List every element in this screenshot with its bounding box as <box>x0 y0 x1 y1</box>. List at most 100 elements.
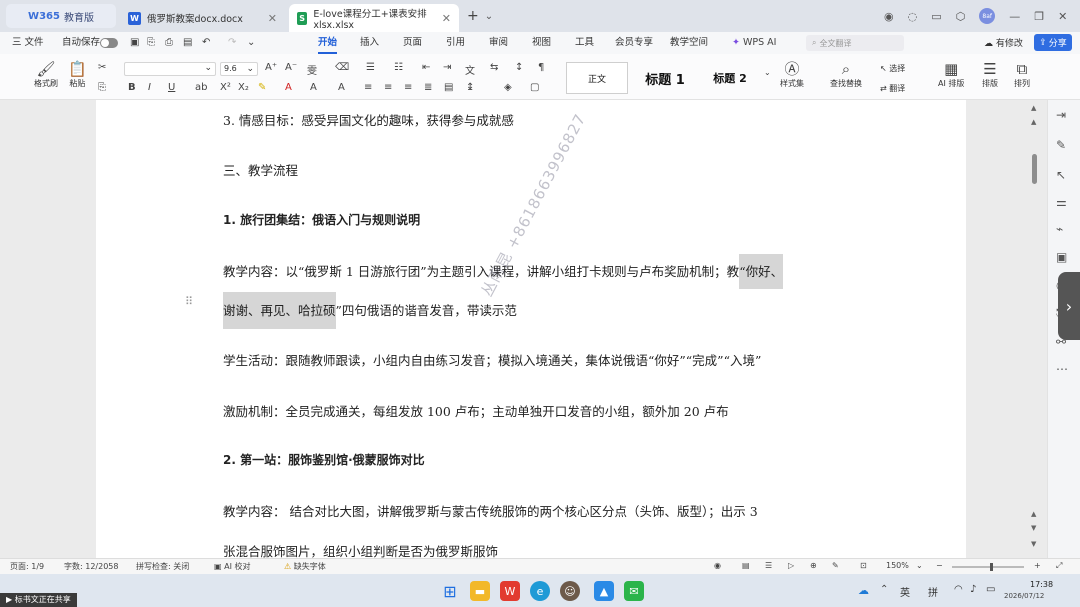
numbered-list-icon[interactable]: ☷ <box>394 62 403 73</box>
page-view-icon[interactable]: ▤ <box>742 561 750 570</box>
tablet-icon[interactable]: ▭ <box>931 10 941 23</box>
heading-teaching-process[interactable]: 三、教学流程 <box>223 160 298 179</box>
find-replace-button[interactable]: ⌕ 查找替换 <box>830 60 862 89</box>
shading-icon[interactable]: ◈ <box>504 82 512 93</box>
phonetic-icon[interactable]: 雯 <box>307 62 317 77</box>
style-heading-1[interactable]: 标题 1 <box>634 62 696 94</box>
minimize-button[interactable]: — <box>1009 10 1020 23</box>
heading-section-1[interactable]: 1. 旅行团集结：俄语入门与规则说明 <box>223 211 420 228</box>
underline-icon[interactable]: U <box>168 82 175 93</box>
new-tab-button[interactable]: + <box>467 8 479 24</box>
wifi-icon[interactable]: ◠ <box>954 584 963 595</box>
undo-icon[interactable]: ↶ <box>202 37 210 48</box>
zoom-level[interactable]: 150% <box>886 561 909 570</box>
search-box[interactable]: ⌕ 全文翻译 <box>806 35 904 51</box>
borders-icon[interactable]: ▢ <box>530 82 539 93</box>
start-icon[interactable]: ⊞ <box>440 581 460 601</box>
paragraph-emotion-goal[interactable]: 3. 情感目标：感受异国文化的趣味，获得参与成就感 <box>223 110 514 129</box>
clock-time[interactable]: 17:38 <box>1030 580 1053 589</box>
scrollbar-thumb[interactable] <box>1032 154 1037 184</box>
pen-view-icon[interactable]: ✎ <box>832 561 839 570</box>
more-icon[interactable]: ⋯ <box>1056 362 1068 376</box>
font-size-select[interactable]: 9.6 ⌄ <box>220 62 258 76</box>
print-preview-icon[interactable]: ▤ <box>183 37 192 48</box>
char-shading-icon[interactable]: A <box>310 82 317 93</box>
ime-mode[interactable]: 拼 <box>928 584 938 599</box>
tab-list-dropdown[interactable]: ⌄ <box>485 11 493 22</box>
clock-date[interactable]: 2026/07/12 <box>1004 592 1044 600</box>
web-view-icon[interactable]: ⊕ <box>810 561 817 570</box>
zoom-dropdown-icon[interactable]: ⌄ <box>916 561 923 570</box>
word-count[interactable]: 字数: 12/2058 <box>64 561 118 572</box>
paragraph-content-1-cont[interactable]: 谢谢、再见、哈拉硕”四句俄语的谐音发音，带读示范 <box>223 292 517 329</box>
tray-expand-icon[interactable]: ⌃ <box>880 584 888 595</box>
side-expand-handle[interactable]: › <box>1058 272 1080 340</box>
print-icon[interactable]: ⎙ <box>165 37 173 48</box>
scroll-next-icon[interactable]: ▼ <box>1031 524 1036 532</box>
app-avatar-icon[interactable]: ☺ <box>560 581 580 601</box>
copy-icon[interactable]: ⎘ <box>98 82 106 93</box>
zoom-in-icon[interactable]: + <box>1034 561 1041 570</box>
decrease-indent-icon[interactable]: ⇤ <box>422 62 430 73</box>
ai-layout-button[interactable]: ▦ AI 排版 <box>938 60 964 89</box>
justify-icon[interactable]: ≣ <box>424 82 432 93</box>
file-menu[interactable]: 三 文件 <box>12 32 44 54</box>
increase-indent-icon[interactable]: ⇥ <box>443 62 451 73</box>
file-explorer-icon[interactable]: ▬ <box>470 581 490 601</box>
wechat-icon[interactable]: ✉ <box>624 581 644 601</box>
menu-home[interactable]: 开始 <box>318 32 338 54</box>
styles-scroll-icon[interactable]: ⌄ <box>764 68 771 77</box>
pointer-icon[interactable]: ↖ <box>1056 168 1066 182</box>
fit-page-icon[interactable]: ⊡ <box>860 561 867 570</box>
bullet-list-icon[interactable]: ☰ <box>366 62 375 73</box>
chinese-layout-icon[interactable]: 文 <box>465 62 475 77</box>
share-button[interactable]: ⇪ 分享 <box>1034 34 1072 51</box>
autosave-toggle[interactable] <box>100 38 118 48</box>
select-button[interactable]: ↖ 选择 <box>880 63 905 74</box>
style-set-button[interactable]: Ⓐ 样式集 <box>780 60 804 89</box>
menu-view[interactable]: 视图 <box>532 32 551 54</box>
superscript-icon[interactable]: X² <box>220 82 231 93</box>
format-painter-button[interactable]: 🖌 格式刷 <box>34 60 58 89</box>
style-heading-2[interactable]: 标题 2 <box>702 62 758 94</box>
font-color-icon[interactable]: A <box>285 82 292 93</box>
wps-home-tab[interactable]: W365 教育版 <box>6 4 116 28</box>
bold-icon[interactable]: B <box>128 82 136 93</box>
scroll-top-icon[interactable]: ▲ <box>1031 118 1036 126</box>
sort-icon[interactable]: ↕ <box>515 62 523 73</box>
paragraph-student-activity[interactable]: 学生活动：跟随教师跟读，小组内自由练习发音；模拟入境通关，集体说俄语“你好”“完… <box>223 350 761 369</box>
menu-teaching-space[interactable]: 教学空间 <box>670 32 708 54</box>
adjust-icon[interactable]: ⚌ <box>1056 195 1067 209</box>
ai-check-button[interactable]: ▣ AI 校对 <box>214 561 250 572</box>
tab-doc[interactable]: W 俄罗斯教案docx.docx ✕ <box>120 4 285 32</box>
italic-icon[interactable]: I <box>148 82 151 93</box>
comment-icon[interactable]: ◌ <box>908 10 918 23</box>
arrange-button[interactable]: ⧉ 排列 <box>1014 60 1030 89</box>
close-window-button[interactable]: ✕ <box>1058 10 1067 23</box>
edge-icon[interactable]: e <box>530 581 550 601</box>
show-marks-icon[interactable]: ¶ <box>538 62 544 73</box>
drag-handle-icon[interactable]: ⠿ <box>185 295 193 308</box>
speaker-icon[interactable]: ♪ <box>970 584 976 595</box>
avatar[interactable]: 8af <box>979 8 996 24</box>
redo-icon[interactable]: ↷ <box>228 37 236 48</box>
menu-review[interactable]: 审阅 <box>489 32 508 54</box>
paragraph-content-2-cont[interactable]: 张混合服饰图片，组织小组判断是否为俄罗斯服饰 <box>223 541 498 558</box>
zoom-slider[interactable] <box>952 563 1024 571</box>
clear-format-icon[interactable]: ⌫ <box>335 62 349 73</box>
translate-button[interactable]: ⇄ 翻译 <box>880 83 905 94</box>
outline-view-icon[interactable]: ☰ <box>765 561 772 570</box>
font-family-select[interactable]: ⌄ <box>124 62 216 76</box>
onedrive-icon[interactable]: ☁ <box>858 584 869 597</box>
vertical-scrollbar[interactable]: ▲ ▲ ▲ ▼ ▼ <box>1030 100 1040 558</box>
scroll-prev-icon[interactable]: ▲ <box>1031 510 1036 518</box>
style-normal[interactable]: 正文 <box>566 62 628 94</box>
strikethrough-icon[interactable]: ab <box>195 82 207 93</box>
spell-check-status[interactable]: 拼写检查: 关闭 <box>136 561 189 572</box>
line-spacing-icon[interactable]: ↨ <box>466 82 474 93</box>
distribute-icon[interactable]: ▤ <box>444 82 453 93</box>
scroll-down-icon[interactable]: ▼ <box>1031 540 1036 548</box>
page-indicator[interactable]: 页面: 1/9 <box>10 561 44 572</box>
export-icon[interactable]: ⎘ <box>147 37 155 48</box>
layout-button[interactable]: ☰ 排版 <box>982 60 998 89</box>
